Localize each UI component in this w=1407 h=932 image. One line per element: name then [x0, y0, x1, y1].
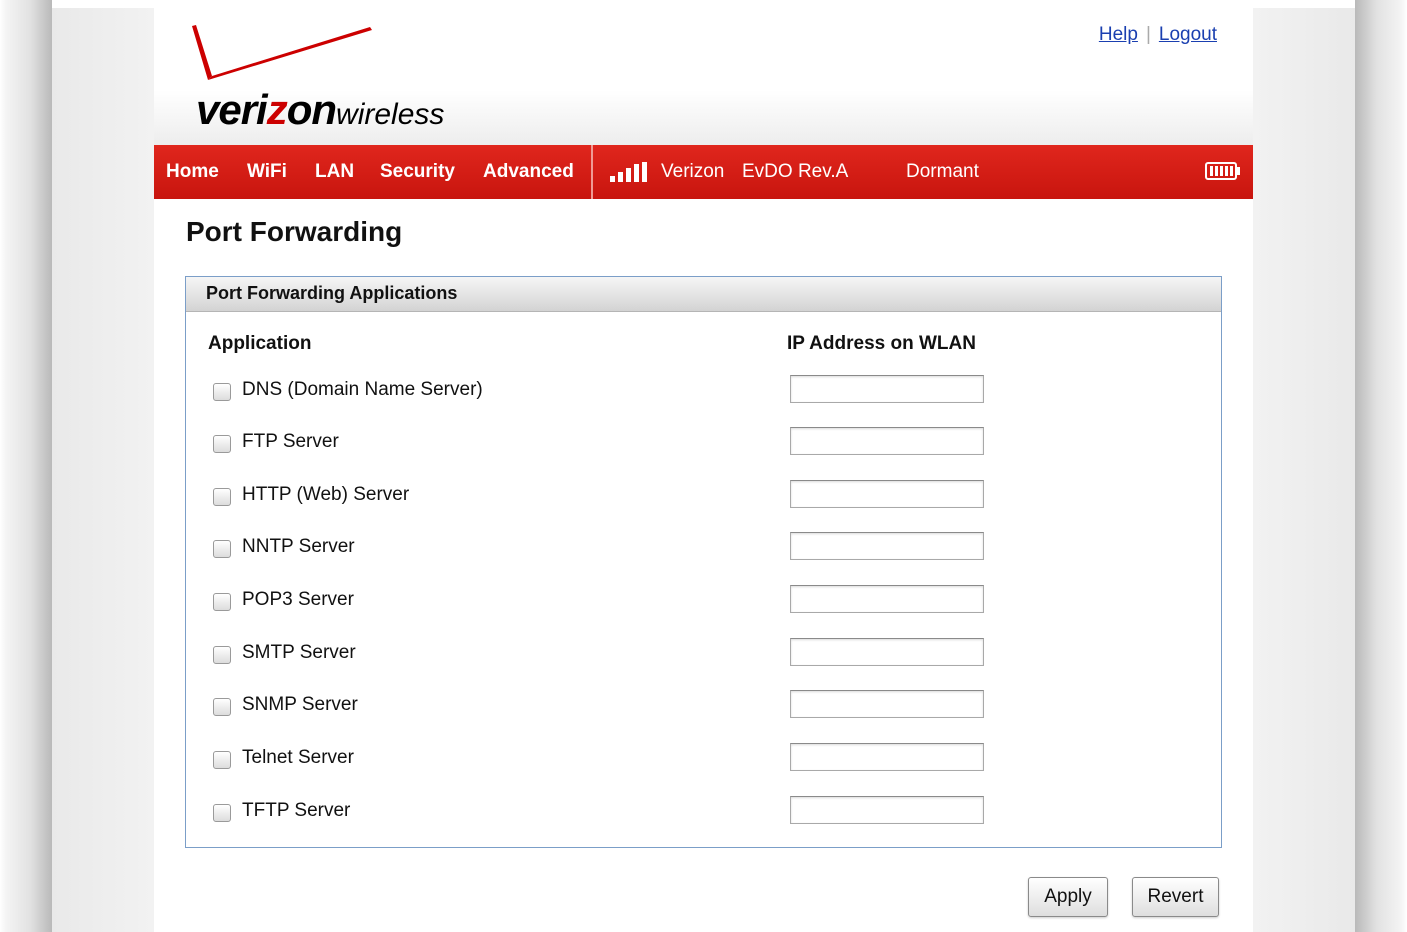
enable-checkbox[interactable] — [213, 593, 231, 611]
panel-title: Port Forwarding Applications — [186, 277, 1221, 312]
header: verizonwireless Help | Logout — [154, 8, 1253, 145]
application-label: DNS (Domain Name Server) — [242, 379, 483, 400]
page-container: verizonwireless Help | Logout Home WiFi LA… — [154, 8, 1253, 932]
table-row: SMTP Server — [186, 634, 1221, 674]
table-row: HTTP (Web) Server — [186, 476, 1221, 516]
application-label: SNMP Server — [242, 694, 358, 715]
carrier-name: Verizon — [661, 161, 725, 182]
enable-checkbox[interactable] — [213, 488, 231, 506]
help-link[interactable]: Help — [1099, 24, 1138, 45]
column-header-ip: IP Address on WLAN — [787, 333, 976, 354]
enable-checkbox[interactable] — [213, 751, 231, 769]
main-nav: Home WiFi LAN Security Advanced Verizon … — [154, 145, 1253, 199]
verizon-logo: verizonwireless — [190, 22, 490, 133]
enable-checkbox[interactable] — [213, 646, 231, 664]
page-title: Port Forwarding — [186, 216, 403, 247]
nav-security[interactable]: Security — [380, 145, 455, 199]
table-row: NNTP Server — [186, 528, 1221, 568]
ip-address-input[interactable] — [790, 427, 984, 455]
application-label: Telnet Server — [242, 747, 354, 768]
ip-address-input[interactable] — [790, 480, 984, 508]
nav-divider — [591, 145, 593, 199]
page-margin-left — [52, 8, 154, 932]
ip-address-input[interactable] — [790, 743, 984, 771]
connection-status: Dormant — [906, 161, 979, 182]
signal-bars-icon — [610, 162, 650, 182]
nav-home[interactable]: Home — [166, 145, 219, 199]
application-label: HTTP (Web) Server — [242, 484, 410, 505]
enable-checkbox[interactable] — [213, 540, 231, 558]
application-label: SMTP Server — [242, 642, 356, 663]
nav-wifi[interactable]: WiFi — [247, 145, 287, 199]
logout-link[interactable]: Logout — [1159, 24, 1217, 45]
enable-checkbox[interactable] — [213, 804, 231, 822]
top-links: Help | Logout — [1099, 24, 1217, 46]
ip-address-input[interactable] — [790, 796, 984, 824]
network-type: EvDO Rev.A — [742, 161, 849, 182]
window-gutter-left — [0, 0, 52, 932]
revert-button[interactable]: Revert — [1132, 877, 1219, 917]
application-label: FTP Server — [242, 431, 339, 452]
table-row: POP3 Server — [186, 581, 1221, 621]
nav-advanced[interactable]: Advanced — [483, 145, 574, 199]
ip-address-input[interactable] — [790, 532, 984, 560]
brand-wordmark: verizonwireless — [196, 86, 445, 133]
table-row: FTP Server — [186, 423, 1221, 463]
enable-checkbox[interactable] — [213, 698, 231, 716]
nav-lan[interactable]: LAN — [315, 145, 354, 199]
link-separator: | — [1145, 24, 1151, 45]
page-margin-right — [1253, 8, 1355, 932]
window-gutter-right — [1355, 0, 1407, 932]
table-row: SNMP Server — [186, 686, 1221, 726]
enable-checkbox[interactable] — [213, 383, 231, 401]
application-label: POP3 Server — [242, 589, 354, 610]
application-label: NNTP Server — [242, 536, 355, 557]
ip-address-input[interactable] — [790, 638, 984, 666]
table-row: DNS (Domain Name Server) — [186, 371, 1221, 411]
ip-address-input[interactable] — [790, 375, 984, 403]
battery-icon — [1205, 162, 1240, 180]
table-row: TFTP Server — [186, 792, 1221, 832]
ip-address-input[interactable] — [790, 585, 984, 613]
checkmark-logo-icon — [192, 25, 372, 80]
port-forwarding-panel: Port Forwarding Applications Application… — [185, 276, 1222, 848]
table-row: Telnet Server — [186, 739, 1221, 779]
ip-address-input[interactable] — [790, 690, 984, 718]
enable-checkbox[interactable] — [213, 435, 231, 453]
application-label: TFTP Server — [242, 800, 351, 821]
apply-button[interactable]: Apply — [1028, 877, 1108, 917]
column-header-application: Application — [208, 333, 312, 354]
